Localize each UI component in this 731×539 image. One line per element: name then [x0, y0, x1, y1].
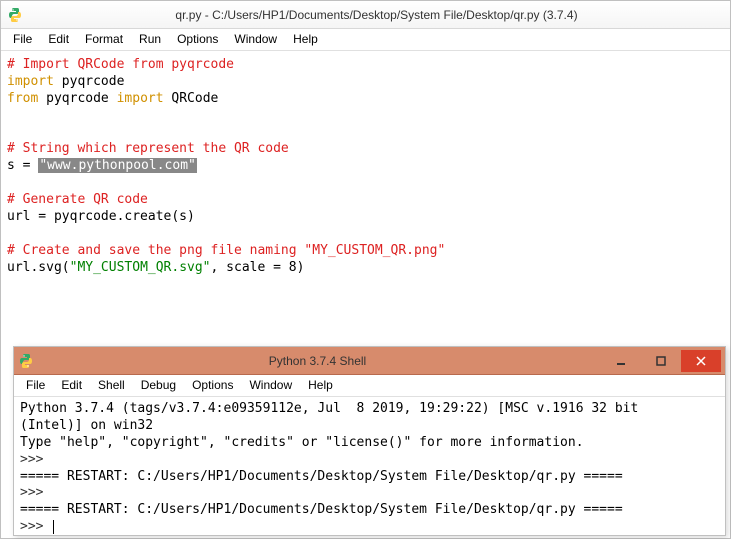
- code-comment: # Import QRCode from pyqrcode: [7, 57, 234, 72]
- shell-prompt: >>>: [20, 519, 43, 534]
- python-icon: [18, 353, 34, 369]
- menu-file[interactable]: File: [5, 29, 40, 50]
- shell-menu-file[interactable]: File: [18, 375, 53, 396]
- menu-run[interactable]: Run: [131, 29, 169, 50]
- menu-format[interactable]: Format: [77, 29, 131, 50]
- code-text: pyqrcode: [54, 74, 124, 89]
- maximize-icon: [656, 356, 666, 366]
- code-comment: # Generate QR code: [7, 192, 148, 207]
- maximize-button[interactable]: [641, 350, 681, 372]
- window-controls: [601, 350, 721, 372]
- text-cursor: [53, 520, 54, 534]
- code-string-selected: "www.pythonpool.com": [38, 158, 197, 173]
- menu-options[interactable]: Options: [169, 29, 226, 50]
- shell-banner-line: Python 3.7.4 (tags/v3.7.4:e09359112e, Ju…: [20, 401, 638, 416]
- code-text: , scale = 8): [211, 260, 305, 275]
- close-icon: [696, 356, 706, 366]
- shell-menu-debug[interactable]: Debug: [133, 375, 184, 396]
- shell-prompt: >>>: [20, 485, 43, 500]
- shell-menu-shell[interactable]: Shell: [90, 375, 133, 396]
- shell-menu-window[interactable]: Window: [241, 375, 300, 396]
- shell-prompt: >>>: [20, 452, 43, 467]
- shell-banner-line: Type "help", "copyright", "credits" or "…: [20, 435, 584, 450]
- menu-help[interactable]: Help: [285, 29, 326, 50]
- code-text: url.svg(: [7, 260, 70, 275]
- menu-window[interactable]: Window: [226, 29, 285, 50]
- shell-restart-line: ===== RESTART: C:/Users/HP1/Documents/De…: [20, 502, 623, 517]
- shell-menu-edit[interactable]: Edit: [53, 375, 90, 396]
- code-text: pyqrcode: [38, 91, 116, 106]
- code-keyword: import: [7, 74, 54, 89]
- minimize-button[interactable]: [601, 350, 641, 372]
- editor-title: qr.py - C:/Users/HP1/Documents/Desktop/S…: [29, 8, 724, 22]
- minimize-icon: [616, 356, 626, 366]
- code-text: s =: [7, 158, 38, 173]
- shell-titlebar[interactable]: Python 3.7.4 Shell: [14, 347, 725, 375]
- python-shell-window: Python 3.7.4 Shell File Edit Shell Debug…: [13, 346, 726, 536]
- shell-banner-line: (Intel)] on win32: [20, 418, 153, 433]
- shell-restart-line: ===== RESTART: C:/Users/HP1/Documents/De…: [20, 469, 623, 484]
- editor-titlebar[interactable]: qr.py - C:/Users/HP1/Documents/Desktop/S…: [1, 1, 730, 29]
- code-text: QRCode: [164, 91, 219, 106]
- python-icon: [7, 7, 23, 23]
- shell-menu-options[interactable]: Options: [184, 375, 241, 396]
- code-comment: # Create and save the png file naming "M…: [7, 243, 445, 258]
- close-button[interactable]: [681, 350, 721, 372]
- code-string: "MY_CUSTOM_QR.svg": [70, 260, 211, 275]
- code-keyword: from: [7, 91, 38, 106]
- editor-menubar: File Edit Format Run Options Window Help: [1, 29, 730, 51]
- shell-menu-help[interactable]: Help: [300, 375, 341, 396]
- code-comment: # String which represent the QR code: [7, 141, 289, 156]
- menu-edit[interactable]: Edit: [40, 29, 77, 50]
- shell-title: Python 3.7.4 Shell: [34, 354, 601, 368]
- code-text: url = pyqrcode.create(s): [7, 209, 195, 224]
- code-keyword: import: [117, 91, 164, 106]
- shell-menubar: File Edit Shell Debug Options Window Hel…: [14, 375, 725, 397]
- shell-output[interactable]: Python 3.7.4 (tags/v3.7.4:e09359112e, Ju…: [14, 397, 725, 535]
